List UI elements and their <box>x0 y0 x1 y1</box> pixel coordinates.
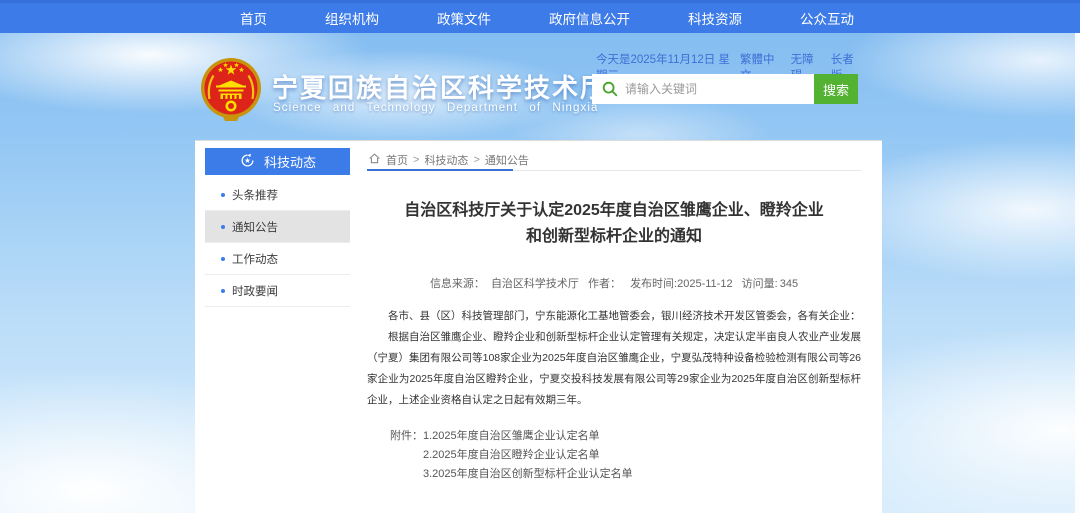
sidebar-item-notices[interactable]: 通知公告 <box>205 211 350 243</box>
meta-publish-date: 2025-11-12 <box>677 278 732 290</box>
breadcrumb-tech-news[interactable]: 科技动态 <box>424 152 468 168</box>
breadcrumb: 首页 > 科技动态 > 通知公告 <box>368 152 529 168</box>
meta-author-label: 作者： <box>588 278 621 290</box>
article-body: 各市、县（区）科技管理部门，宁东能源化工基地管委会，银川经济技术开发区管委会，各… <box>367 306 861 411</box>
sidebar-header-tech-news[interactable]: 科技动态 <box>205 148 350 175</box>
nav-item-gov-info-disclosure[interactable]: 政府信息公开 <box>549 8 630 28</box>
article-paragraph: 各市、县（区）科技管理部门，宁东能源化工基地管委会，银川经济技术开发区管委会，各… <box>367 306 861 327</box>
top-nav-bar: 首页 组织机构 政策文件 政府信息公开 科技资源 公众互动 <box>0 0 1080 33</box>
page: 首页 组织机构 政策文件 政府信息公开 科技资源 公众互动 <box>0 0 1080 513</box>
china-national-emblem-icon <box>199 110 263 127</box>
site-title: 宁夏回族自治区科学技术厅 <box>272 68 608 105</box>
article-title: 自治区科技厅关于认定2025年度自治区雏鹰企业、瞪羚企业和创新型标杆企业的通知 <box>367 198 861 250</box>
sidebar: 科技动态 头条推荐 通知公告 工作动态 时政要闻 <box>205 148 350 307</box>
site-subtitle: Science and Technology Department of Nin… <box>273 102 598 114</box>
sidebar-item-current-politics[interactable]: 时政要闻 <box>205 275 350 307</box>
attachment-link-3[interactable]: 3.2025年度自治区创新型标杆企业认定名单 <box>423 465 633 484</box>
star-refresh-icon <box>239 152 256 172</box>
meta-publish-label: 发布时间: <box>630 278 677 290</box>
search-icon <box>601 80 619 98</box>
nav-item-tech-resources[interactable]: 科技资源 <box>688 8 742 28</box>
search-bar: 搜索 <box>592 74 858 104</box>
home-icon <box>368 152 381 168</box>
nav-item-public-interaction[interactable]: 公众互动 <box>800 8 854 28</box>
sidebar-item-label: 时政要闻 <box>232 283 278 299</box>
sidebar-menu: 头条推荐 通知公告 工作动态 时政要闻 <box>205 179 350 307</box>
breadcrumb-separator: > <box>473 154 479 166</box>
meta-visits: 345 <box>780 278 798 290</box>
sidebar-title: 科技动态 <box>264 152 316 171</box>
meta-source-label: 信息来源： <box>430 278 485 290</box>
search-input[interactable] <box>592 74 814 104</box>
bullet-dot-icon <box>221 257 225 261</box>
article-paragraph: 根据自治区雏鹰企业、瞪羚企业和创新型标杆企业认定管理有关规定，决定认定半亩良人农… <box>367 327 861 411</box>
right-edge-strip <box>1075 33 1080 513</box>
bullet-dot-icon <box>221 289 225 293</box>
nav-item-home[interactable]: 首页 <box>240 8 267 28</box>
article-title-text: 自治区科技厅关于认定2025年度自治区雏鹰企业、瞪羚企业和创新型标杆企业的通知 <box>397 198 831 250</box>
sidebar-item-label: 头条推荐 <box>232 187 278 203</box>
breadcrumb-active-underline <box>367 169 513 171</box>
sidebar-item-label: 通知公告 <box>232 219 278 235</box>
bullet-dot-icon <box>221 193 225 197</box>
attachment-link-1[interactable]: 1.2025年度自治区雏鹰企业认定名单 <box>423 427 633 446</box>
content-panel: 科技动态 头条推荐 通知公告 工作动态 时政要闻 <box>195 140 882 513</box>
attachments-label: 附件： <box>390 427 423 484</box>
main-content: 首页 > 科技动态 > 通知公告 自治区科技厅关于认定2025年度自治区雏鹰企业… <box>367 141 861 507</box>
nav-item-policy-documents[interactable]: 政策文件 <box>437 8 491 28</box>
breadcrumb-separator: > <box>413 154 419 166</box>
sidebar-item-work-updates[interactable]: 工作动态 <box>205 243 350 275</box>
site-logo[interactable] <box>199 57 263 123</box>
breadcrumb-home[interactable]: 首页 <box>386 152 408 168</box>
attachment-link-2[interactable]: 2.2025年度自治区瞪羚企业认定名单 <box>423 446 633 465</box>
attachments-list: 1.2025年度自治区雏鹰企业认定名单 2.2025年度自治区瞪羚企业认定名单 … <box>423 427 633 484</box>
attachments-block: 附件： 1.2025年度自治区雏鹰企业认定名单 2.2025年度自治区瞪羚企业认… <box>390 427 633 484</box>
sidebar-item-label: 工作动态 <box>232 251 278 267</box>
search-button[interactable]: 搜索 <box>814 74 858 104</box>
sidebar-item-headlines[interactable]: 头条推荐 <box>205 179 350 211</box>
bullet-dot-icon <box>221 225 225 229</box>
top-nav-items: 首页 组织机构 政策文件 政府信息公开 科技资源 公众互动 <box>0 3 1080 33</box>
nav-item-organization[interactable]: 组织机构 <box>325 8 379 28</box>
meta-visits-label: 访问量: <box>742 278 778 290</box>
article-meta: 信息来源： 自治区科学技术厅 作者： 发布时间:2025-11-12 访问量:34… <box>367 275 861 291</box>
meta-source: 自治区科学技术厅 <box>491 278 579 290</box>
search-input-box <box>592 74 814 104</box>
breadcrumb-notices[interactable]: 通知公告 <box>485 152 529 168</box>
